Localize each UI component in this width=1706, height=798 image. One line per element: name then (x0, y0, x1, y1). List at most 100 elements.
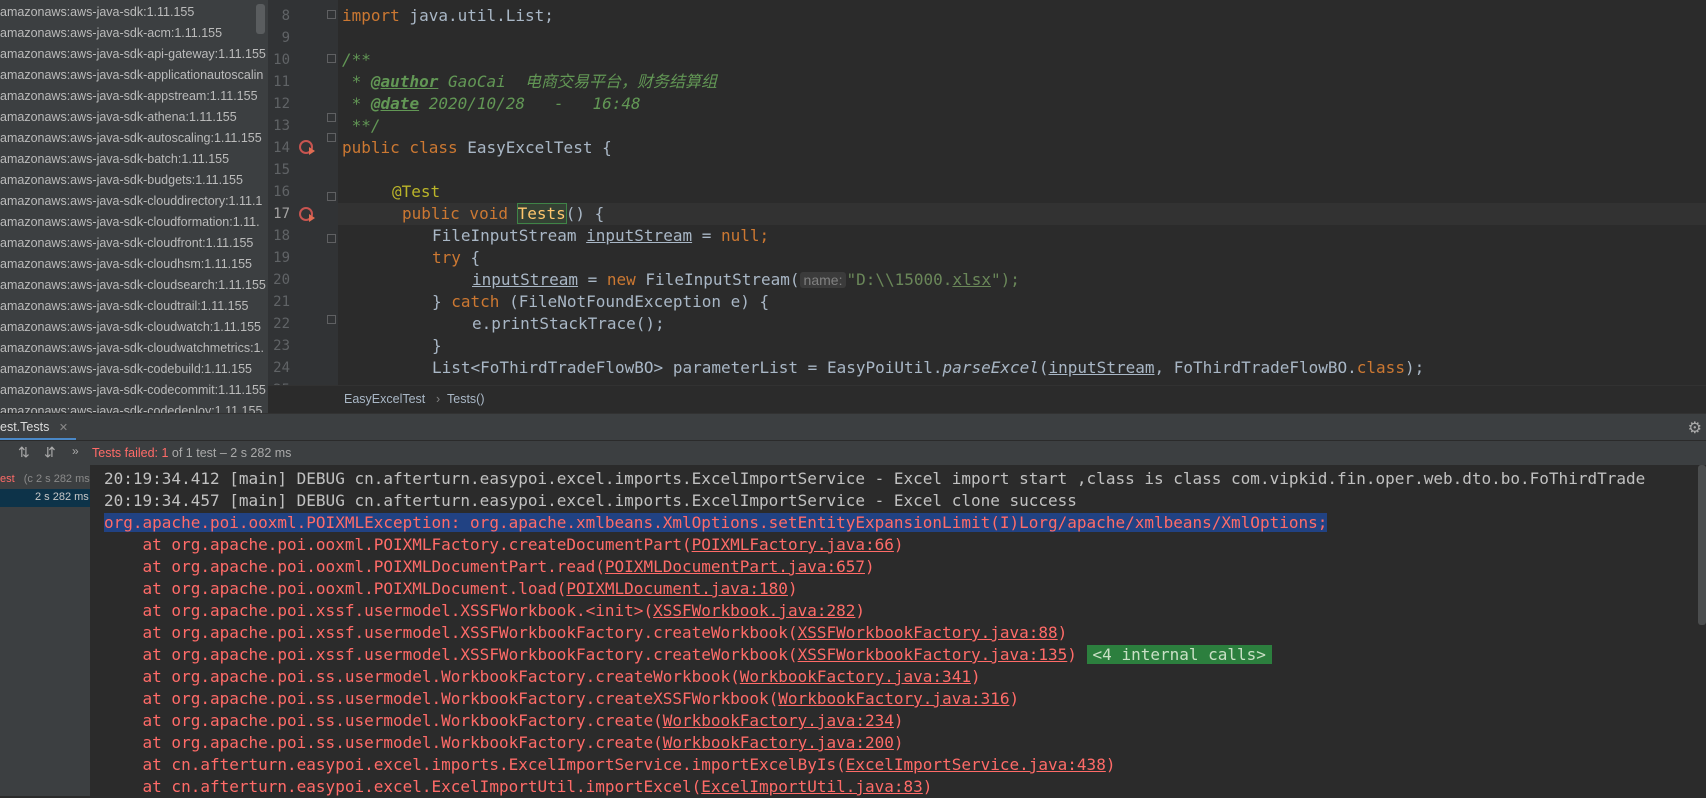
code-line-18: FileInputStream inputStream = null; (432, 226, 770, 245)
fold-marker-icon[interactable] (327, 234, 336, 243)
run-toolbar: ⇅ ⇵ » Tests failed: 1 of 1 test – 2 s 28… (0, 440, 1706, 466)
tree-item[interactable]: amazonaws:aws-java-sdk-codebuild:1.11.15… (0, 359, 252, 380)
close-icon[interactable]: ✕ (59, 422, 68, 434)
console-debug-line: 20:19:34.412 [main] DEBUG cn.afterturn.e… (104, 469, 1646, 488)
tree-item[interactable]: amazonaws:aws-java-sdk-cloudformation:1.… (0, 212, 260, 233)
more-actions-icon[interactable]: » (72, 444, 79, 458)
source-link[interactable]: XSSFWorkbookFactory.java:88 (798, 623, 1058, 642)
stack-frame: at org.apache.poi.ooxml.POIXMLDocumentPa… (104, 556, 875, 578)
stack-frame-text: at org.apache.poi.ooxml.POIXMLFactory.cr… (104, 535, 692, 554)
breadcrumb-class[interactable]: EasyExcelTest (344, 392, 425, 406)
fold-marker-icon[interactable] (327, 315, 336, 324)
line-number: 20 (273, 272, 290, 288)
tree-item[interactable]: amazonaws:aws-java-sdk-batch:1.11.155 (0, 149, 229, 170)
source-link[interactable]: XSSFWorkbook.java:282 (653, 601, 855, 620)
sort-duration-icon[interactable]: ⇵ (44, 444, 56, 461)
source-link[interactable]: POIXMLDocumentPart.java:657 (605, 557, 865, 576)
stack-frame: at cn.afterturn.easypoi.excel.imports.Ex… (104, 754, 1116, 776)
tree-item[interactable]: amazonaws:aws-java-sdk-codedeploy:1.11.1… (0, 401, 262, 413)
line-number: 24 (273, 360, 290, 376)
tree-item[interactable]: amazonaws:aws-java-sdk-autoscaling:1.11.… (0, 128, 262, 149)
stack-frame: at org.apache.poi.ss.usermodel.WorkbookF… (104, 710, 904, 732)
code-line-14: public class EasyExcelTest { (342, 138, 612, 157)
tree-item[interactable]: amazonaws:aws-java-sdk-cloudhsm:1.11.155 (0, 254, 252, 275)
stack-frame-text: ) (970, 667, 981, 686)
stack-frame-text: at org.apache.poi.ss.usermodel.WorkbookF… (104, 711, 663, 730)
tree-item[interactable]: amazonaws:aws-java-sdk-cloudtrail:1.11.1… (0, 296, 249, 317)
breadcrumb-method[interactable]: Tests() (447, 392, 485, 406)
tree-item[interactable]: amazonaws:aws-java-sdk-cloudwatchmetrics… (0, 338, 264, 359)
tree-item[interactable]: amazonaws:aws-java-sdk:1.11.155 (0, 2, 194, 23)
code-line-16: @Test (392, 182, 441, 201)
project-tree[interactable]: amazonaws:aws-java-sdk:1.11.155 amazonaws… (0, 0, 268, 413)
run-test-class-icon[interactable] (299, 140, 315, 155)
console-exception-line[interactable]: org.apache.poi.ooxml.POIXMLException: or… (104, 512, 1328, 534)
gear-icon[interactable]: ⚙ (1688, 418, 1702, 438)
tree-scrollbar[interactable] (256, 4, 265, 34)
stack-frame-text: at org.apache.poi.xssf.usermodel.XSSFWor… (104, 601, 654, 620)
source-link[interactable]: XSSFWorkbookFactory.java:135 (798, 645, 1068, 664)
test-tree-child[interactable]: 2 s 282 ms (0, 489, 90, 507)
stack-frame-text: ) (1057, 623, 1068, 642)
stack-frame-text: ) (893, 733, 904, 752)
run-test-method-icon[interactable] (299, 207, 315, 222)
sort-alpha-icon[interactable]: ⇅ (18, 444, 30, 461)
tree-item[interactable]: amazonaws:aws-java-sdk-cloudfront:1.11.1… (0, 233, 253, 254)
console-scrollbar[interactable] (1698, 465, 1706, 625)
tree-item[interactable]: amazonaws:aws-java-sdk-budgets:1.11.155 (0, 170, 243, 191)
source-link[interactable]: ExcelImportUtil.java:83 (701, 777, 923, 796)
tree-item[interactable]: amazonaws:aws-java-sdk-athena:1.11.155 (0, 107, 237, 128)
code-line-22: e.printStackTrace(); (472, 314, 665, 333)
tree-item[interactable]: amazonaws:aws-java-sdk-cloudwatch:1.11.1… (0, 317, 261, 338)
run-tab-label: est.Tests (0, 420, 50, 434)
source-link[interactable]: WorkbookFactory.java:234 (663, 711, 894, 730)
fold-marker-icon[interactable] (327, 133, 336, 142)
fold-marker-icon[interactable] (327, 54, 336, 63)
tree-item[interactable]: amazonaws:aws-java-sdk-applicationautosc… (0, 65, 263, 86)
stack-frame-text: ) (1067, 645, 1087, 664)
line-number: 8 (281, 8, 290, 24)
tree-item[interactable]: amazonaws:aws-java-sdk-acm:1.11.155 (0, 23, 222, 44)
code-line-12: * @date 2020/10/28 - 16:48 (342, 94, 641, 113)
param-hint: name: (799, 272, 847, 288)
stack-frame-text: ) (893, 535, 904, 554)
fold-marker-icon[interactable] (327, 192, 336, 201)
stack-frame-text: ) (787, 579, 798, 598)
tree-item[interactable]: amazonaws:aws-java-sdk-api-gateway:1.11.… (0, 44, 266, 65)
line-number: 12 (273, 96, 290, 112)
tree-item[interactable]: amazonaws:aws-java-sdk-clouddirectory:1.… (0, 191, 262, 212)
line-number: 10 (273, 52, 290, 68)
code-line-8: import java.util.List; (342, 6, 554, 25)
console-debug-line: 20:19:34.457 [main] DEBUG cn.afterturn.e… (104, 491, 1077, 510)
stack-frame-text: ) (893, 711, 904, 730)
tree-item[interactable]: amazonaws:aws-java-sdk-appstream:1.11.15… (0, 86, 258, 107)
fold-marker-icon[interactable] (327, 113, 336, 122)
source-link[interactable]: ExcelImportService.java:438 (846, 755, 1106, 774)
stack-frame-text: ) (865, 557, 875, 576)
fold-marker-icon[interactable] (327, 10, 336, 19)
stack-frame-text: at org.apache.poi.ss.usermodel.WorkbookF… (104, 689, 779, 708)
stack-frame: at org.apache.poi.ss.usermodel.WorkbookF… (104, 666, 981, 688)
code-line-19: try { (432, 248, 481, 267)
line-number: 16 (273, 184, 290, 200)
stack-frame-text: at org.apache.poi.ss.usermodel.WorkbookF… (104, 733, 663, 752)
source-link[interactable]: WorkbookFactory.java:200 (663, 733, 894, 752)
line-number: 17 (273, 206, 290, 222)
source-link[interactable]: WorkbookFactory.java:316 (778, 689, 1009, 708)
source-link[interactable]: POIXMLFactory.java:66 (692, 535, 894, 554)
source-link[interactable]: WorkbookFactory.java:341 (740, 667, 971, 686)
test-results-tree[interactable]: est (c 2 s 282 ms 2 s 282 ms ⊞ (0, 465, 101, 796)
stack-frame-text: at org.apache.poi.xssf.usermodel.XSSFWor… (104, 645, 798, 664)
stack-frame-text: at cn.afterturn.easypoi.excel.ExcelImpor… (104, 777, 702, 796)
line-number: 21 (273, 294, 290, 310)
source-link[interactable]: POIXMLDocument.java:180 (566, 579, 788, 598)
stack-frame-text: at org.apache.poi.ss.usermodel.WorkbookF… (104, 667, 740, 686)
code-line-10: /** (342, 50, 371, 69)
stack-frame-text: at org.apache.poi.xssf.usermodel.XSSFWor… (104, 623, 798, 642)
run-tab[interactable]: est.Tests ✕ (0, 414, 77, 441)
test-tree-root[interactable]: est (c 2 s 282 ms (0, 473, 90, 485)
tree-item[interactable]: amazonaws:aws-java-sdk-codecommit:1.11.1… (0, 380, 266, 401)
line-number: 15 (273, 162, 290, 178)
tree-item[interactable]: amazonaws:aws-java-sdk-cloudsearch:1.11.… (0, 275, 266, 296)
internal-calls-badge[interactable]: <4 internal calls> (1086, 645, 1272, 664)
